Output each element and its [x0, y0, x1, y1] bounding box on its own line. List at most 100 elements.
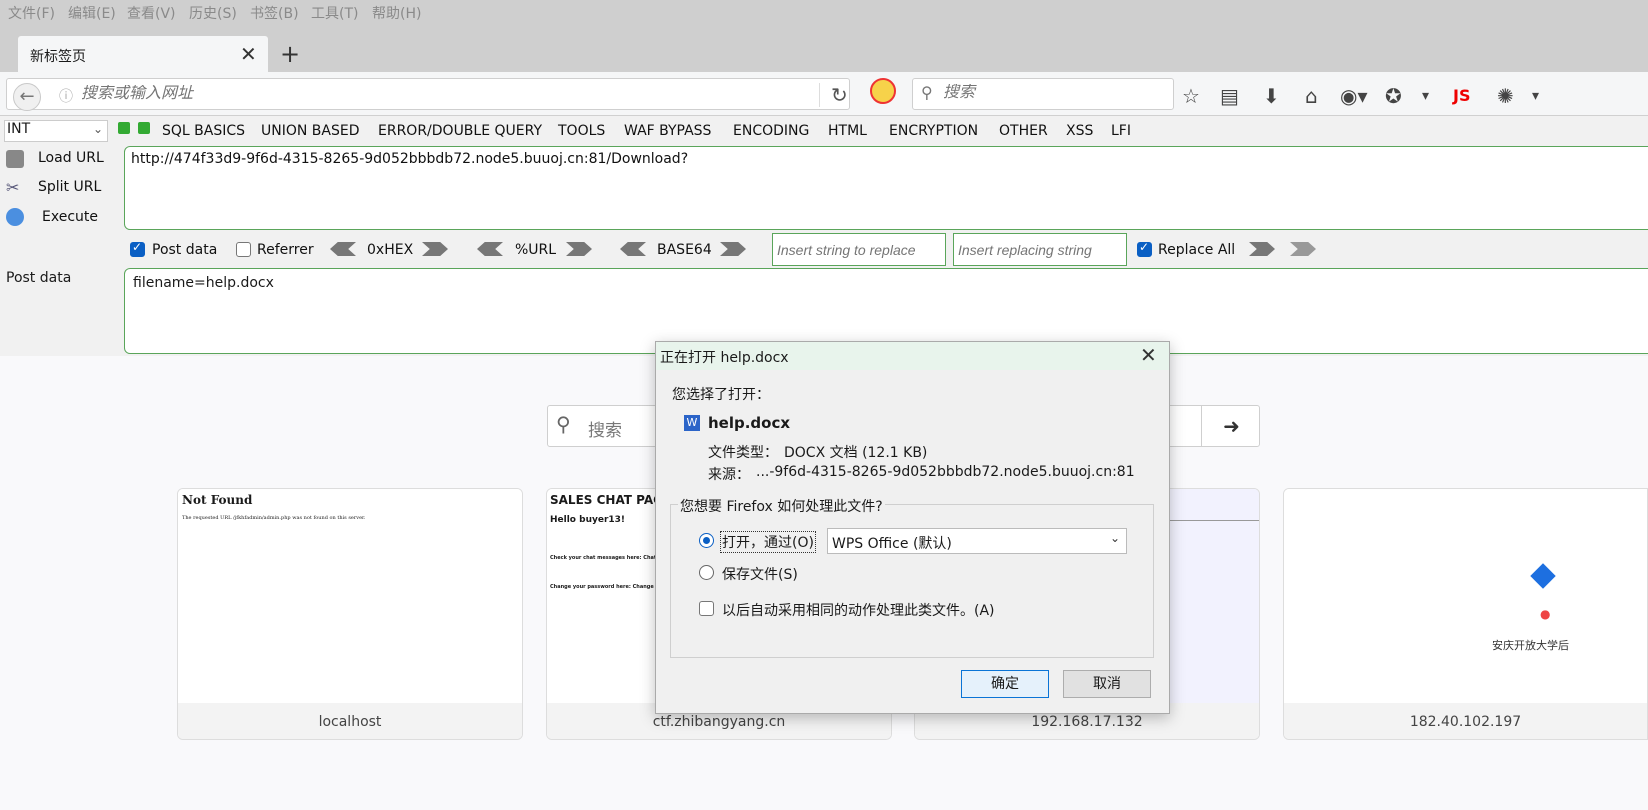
menu-union-based[interactable]: UNION BASED [261, 123, 360, 139]
menu-html[interactable]: HTML [828, 123, 867, 139]
info-icon[interactable]: ⓘ [59, 86, 73, 106]
menu-bookmarks[interactable]: 书签(B) [250, 3, 299, 23]
file-type-label: 文件类型： [708, 445, 778, 461]
replace-left-arrow-icon[interactable] [1290, 242, 1316, 256]
search-icon: ⚲ [556, 412, 571, 436]
preview-text: The requested URL /jfkhfadmin/admin.php … [182, 515, 366, 521]
url-encode-arrow-icon[interactable] [566, 242, 592, 256]
menu-file[interactable]: 文件(F) [8, 3, 55, 23]
base64-decode-arrow-icon[interactable] [620, 242, 646, 256]
open-with-radio[interactable] [699, 533, 714, 548]
type-select[interactable]: INT ⌄ [4, 120, 108, 142]
replace-all-checkbox[interactable] [1137, 240, 1152, 257]
chevron-down-icon[interactable]: ▾ [1532, 88, 1539, 104]
menu-sql-basics[interactable]: SQL BASICS [162, 123, 245, 139]
home-icon[interactable]: ⌂ [1305, 84, 1318, 108]
menu-other[interactable]: OTHER [999, 123, 1048, 139]
post-data-label: Post data [152, 242, 218, 258]
divider [819, 83, 820, 107]
file-name: help.docx [708, 414, 791, 432]
dialog-titlebar: 正在打开 help.docx ✕ [656, 342, 1169, 370]
minus-icon[interactable] [118, 122, 130, 134]
menu-tools[interactable]: 工具(T) [311, 3, 358, 23]
search-input[interactable] [943, 84, 1153, 102]
auto-action-checkbox[interactable] [699, 601, 714, 616]
globe-icon[interactable]: ◉▾ [1340, 84, 1368, 108]
execute-button[interactable]: Execute [42, 209, 98, 225]
js-icon[interactable]: JS [1453, 86, 1470, 105]
url-textarea[interactable]: http://474f33d9-9f6d-4315-8265-9d052bbbd… [124, 146, 1648, 230]
hex-label: 0xHEX [367, 242, 414, 258]
load-url-icon[interactable] [6, 150, 24, 168]
base64-label: BASE64 [657, 242, 712, 258]
no-coin-icon[interactable] [870, 78, 896, 104]
urlenc-label: %URL [515, 242, 557, 258]
menu-bar: 文件(F) 编辑(E) 查看(V) 历史(S) 书签(B) 工具(T) 帮助(H… [0, 0, 1648, 24]
hackbar-panel: INT ⌄ SQL BASICS UNION BASED ERROR/DOUBL… [0, 116, 1648, 356]
top-site-tile[interactable]: Not Found The requested URL /jfkhfadmin/… [177, 488, 523, 740]
url-bar[interactable]: ← ⓘ ↻ [6, 78, 850, 111]
load-url-button[interactable]: Load URL [38, 150, 104, 166]
url-decode-arrow-icon[interactable] [477, 242, 503, 256]
url-input[interactable] [81, 85, 731, 103]
hex-encode-arrow-icon[interactable] [422, 242, 448, 256]
scissors-icon[interactable]: ✂ [6, 178, 24, 197]
referrer-checkbox[interactable] [236, 242, 251, 257]
open-with-label[interactable]: 打开，通过(O) [720, 531, 816, 553]
back-arrow-icon[interactable]: ← [13, 83, 41, 111]
menu-tools[interactable]: TOOLS [558, 123, 605, 139]
replace-right-arrow-icon[interactable] [1249, 242, 1275, 256]
save-file-radio[interactable] [699, 565, 714, 580]
save-file-label[interactable]: 保存文件(S) [722, 564, 798, 584]
docx-icon: W [684, 415, 700, 431]
menu-encoding[interactable]: ENCODING [733, 123, 809, 139]
bug-icon[interactable]: ✺ [1497, 84, 1514, 108]
close-icon[interactable]: ✕ [1140, 343, 1157, 367]
ok-button[interactable]: 确定 [961, 670, 1049, 698]
arrow-right-icon[interactable]: ➜ [1201, 406, 1261, 446]
auto-action-label[interactable]: 以后自动采用相同的动作处理此类文件。(A) [722, 600, 995, 620]
library-icon[interactable]: ▤ [1220, 84, 1239, 108]
preview-title: Not Found [182, 493, 253, 507]
tile-preview: Not Found The requested URL /jfkhfadmin/… [178, 489, 522, 703]
download-icon[interactable]: ⬇ [1263, 84, 1280, 108]
menu-history[interactable]: 历史(S) [189, 3, 237, 23]
split-url-button[interactable]: Split URL [38, 179, 101, 195]
file-type-value: DOCX 文档 (12.1 KB) [784, 445, 928, 461]
post-data-checkbox[interactable] [130, 240, 145, 257]
plus-icon[interactable] [138, 122, 150, 134]
menu-view[interactable]: 查看(V) [127, 3, 176, 23]
ntp-search-placeholder: 搜索 [588, 421, 622, 441]
tab-title: 新标签页 [30, 49, 86, 65]
close-icon[interactable]: ✕ [240, 42, 257, 66]
base64-encode-arrow-icon[interactable] [720, 242, 746, 256]
dialog-title: 正在打开 help.docx [660, 350, 789, 366]
menu-edit[interactable]: 编辑(E) [68, 3, 116, 23]
tab-new-tab[interactable]: 新标签页 ✕ [18, 36, 268, 74]
menu-encryption[interactable]: ENCRYPTION [889, 123, 978, 139]
menu-error-double-query[interactable]: ERROR/DOUBLE QUERY [378, 123, 542, 139]
menu-lfi[interactable]: LFI [1111, 123, 1131, 139]
source-value: ...-9f6d-4315-8265-9d052bbbdb72.node5.bu… [756, 464, 1135, 480]
hex-decode-arrow-icon[interactable] [330, 242, 356, 256]
menu-help[interactable]: 帮助(H) [372, 3, 421, 23]
url-text: http://474f33d9-9f6d-4315-8265-9d052bbbd… [131, 151, 689, 167]
menu-waf-bypass[interactable]: WAF BYPASS [624, 123, 711, 139]
chosen-label: 您选择了打开： [672, 387, 770, 403]
chevron-down-icon[interactable]: ▾ [1422, 88, 1429, 104]
replacing-string-input[interactable] [953, 233, 1127, 266]
cancel-button[interactable]: 取消 [1063, 670, 1151, 698]
tile-preview: ● 安庆开放大学后 [1284, 489, 1647, 703]
play-icon[interactable] [6, 208, 24, 226]
preview-line: Change your password here: Change P [550, 584, 660, 590]
star-icon[interactable]: ☆ [1182, 84, 1200, 108]
top-site-tile[interactable]: ● 安庆开放大学后 182.40.102.197 [1283, 488, 1648, 740]
palette-icon[interactable]: ✪ [1385, 84, 1402, 108]
replace-all-label: Replace All [1158, 242, 1236, 258]
app-select[interactable]: WPS Office (默认) ⌄ [827, 528, 1127, 554]
reload-icon[interactable]: ↻ [831, 83, 848, 107]
search-bar[interactable]: ⚲ [912, 78, 1174, 110]
replace-string-input[interactable] [772, 233, 946, 266]
menu-xss[interactable]: XSS [1066, 123, 1093, 139]
new-tab-button[interactable]: + [280, 40, 300, 68]
